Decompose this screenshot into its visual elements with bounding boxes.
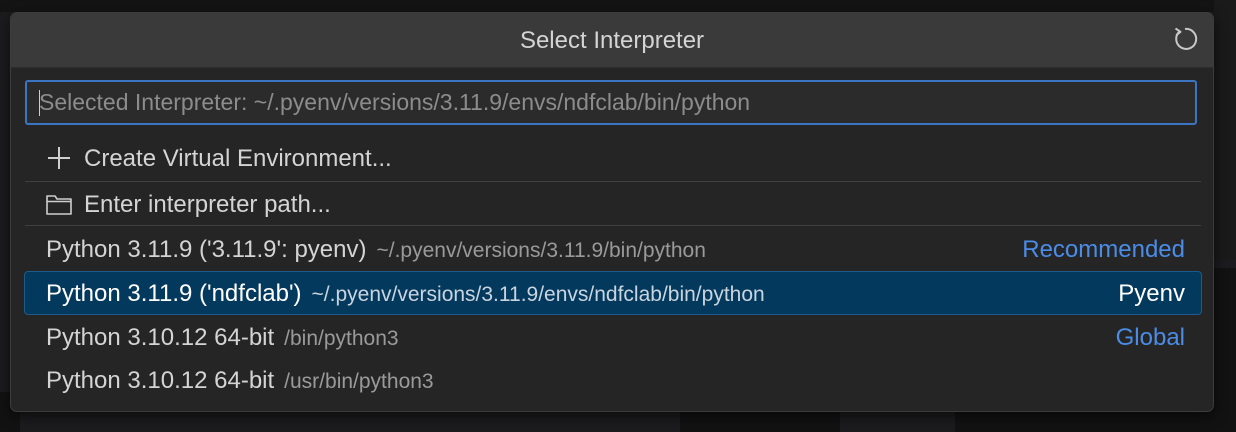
- select-interpreter-quick-pick: Select Interpreter Create Virtual Enviro…: [10, 12, 1214, 412]
- interpreter-main: Python 3.11.9 ('3.11.9': pyenv) ~/.pyenv/…: [46, 236, 706, 267]
- text-caret: [39, 90, 40, 116]
- quick-pick-title: Select Interpreter: [519, 27, 705, 54]
- interpreter-path: /usr/bin/python3: [284, 370, 434, 393]
- interpreter-path: /bin/python3: [284, 327, 399, 350]
- interpreter-item-ndfclab[interactable]: Python 3.11.9 ('ndfclab') ~/.pyenv/versio…: [24, 271, 1202, 315]
- interpreter-search-box: [25, 80, 1197, 125]
- backdrop-panel: [1214, 268, 1236, 432]
- create-virtual-environment-label: Create Virtual Environment...: [84, 145, 392, 172]
- interpreter-main: Python 3.10.12 64-bit/usr/bin/python3: [46, 367, 434, 398]
- interpreter-main: Python 3.10.12 64-bit/bin/python3: [46, 324, 399, 355]
- interpreter-path: ~/.pyenv/versions/3.11.9/envs/ndfclab/bi…: [311, 283, 765, 306]
- backdrop-panel: [1214, 0, 1236, 260]
- quick-pick-header: Select Interpreter: [11, 13, 1213, 68]
- pyenv-badge: Pyenv: [1118, 280, 1185, 307]
- interpreter-name: Python 3.11.9 ('3.11.9': pyenv): [46, 236, 367, 263]
- interpreter-name: Python 3.10.12 64-bit: [46, 324, 275, 351]
- interpreter-main: Python 3.11.9 ('ndfclab') ~/.pyenv/versio…: [46, 280, 765, 311]
- refresh-icon[interactable]: [1171, 25, 1199, 53]
- enter-interpreter-path-label: Enter interpreter path...: [84, 191, 331, 218]
- interpreter-item-3-11-9-pyenv[interactable]: Python 3.11.9 ('3.11.9': pyenv) ~/.pyenv/…: [25, 228, 1201, 270]
- recommended-badge: Recommended: [1022, 236, 1185, 263]
- interpreter-name: Python 3.11.9 ('ndfclab'): [46, 280, 302, 307]
- window-top-strip: [0, 0, 1236, 12]
- interpreter-path: ~/.pyenv/versions/3.11.9/bin/python: [376, 239, 706, 262]
- interpreter-item-3-10-12-bin[interactable]: Python 3.10.12 64-bit/bin/python3 Global: [25, 316, 1201, 358]
- interpreter-search-input[interactable]: [39, 82, 1185, 123]
- global-badge: Global: [1115, 324, 1185, 351]
- enter-interpreter-path-item[interactable]: Enter interpreter path...: [25, 183, 1201, 226]
- interpreter-item-3-10-12-usr-bin[interactable]: Python 3.10.12 64-bit/usr/bin/python3: [25, 359, 1201, 401]
- folder-icon: [45, 192, 73, 216]
- interpreter-name: Python 3.10.12 64-bit: [46, 367, 275, 394]
- create-virtual-environment-item[interactable]: Create Virtual Environment...: [25, 137, 1201, 182]
- plus-icon: [45, 146, 73, 170]
